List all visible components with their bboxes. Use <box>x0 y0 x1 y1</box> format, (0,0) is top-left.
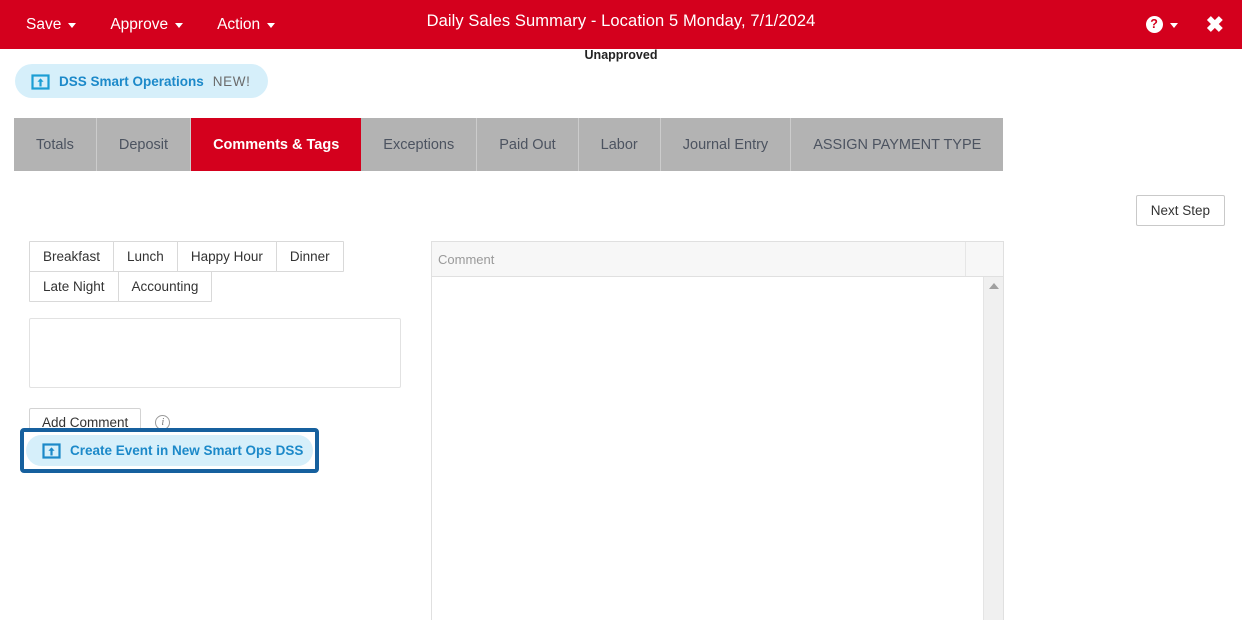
create-event-label: Create Event in New Smart Ops DSS <box>70 443 304 458</box>
status-badge: Unapproved <box>584 48 658 62</box>
comment-list-panel: Comment <box>431 241 1004 620</box>
tab-comments-and-tags[interactable]: Comments & Tags <box>191 118 362 171</box>
tag-button-dinner[interactable]: Dinner <box>275 241 344 272</box>
comment-list-header: Comment <box>432 242 1003 277</box>
dss-smart-operations-label: DSS Smart Operations <box>59 73 204 89</box>
comment-list-scrollbar[interactable] <box>983 277 1003 620</box>
tab-exceptions[interactable]: Exceptions <box>361 118 478 171</box>
menu-approve[interactable]: Approve <box>110 15 184 34</box>
menu-bar: Save Approve Action <box>26 0 276 49</box>
column-header-comment: Comment <box>432 242 966 276</box>
create-event-in-smart-ops-button[interactable]: Create Event in New Smart Ops DSS <box>26 435 313 466</box>
chevron-down-icon <box>1169 23 1178 28</box>
tab-journal-entry[interactable]: Journal Entry <box>660 118 792 171</box>
comment-entry-panel: Breakfast Lunch Happy Hour Dinner Late N… <box>29 241 401 437</box>
tag-button-late-night[interactable]: Late Night <box>29 271 119 302</box>
tab-assign-payment-type[interactable]: ASSIGN PAYMENT TYPE <box>791 118 1004 171</box>
dss-smart-operations-button[interactable]: DSS Smart Operations NEW! <box>15 64 269 98</box>
help-menu-button[interactable]: ? <box>1145 16 1178 33</box>
menu-approve-label: Approve <box>110 15 169 33</box>
tag-button-lunch[interactable]: Lunch <box>113 241 178 272</box>
chevron-down-icon <box>175 23 184 28</box>
tab-label: Labor <box>600 136 638 153</box>
chevron-down-icon <box>68 23 77 28</box>
tab-label: Totals <box>36 136 74 153</box>
tab-deposit[interactable]: Deposit <box>96 118 192 171</box>
tab-totals[interactable]: Totals <box>14 118 97 171</box>
tab-label: Exceptions <box>383 136 455 153</box>
dss-new-tag: NEW! <box>212 73 251 89</box>
close-icon[interactable]: ✖ <box>1206 13 1224 36</box>
tab-label: Deposit <box>118 136 169 153</box>
tag-button-happy-hour[interactable]: Happy Hour <box>176 241 277 272</box>
tag-row-2: Late Night Accounting <box>29 271 401 302</box>
tab-label: Paid Out <box>499 136 556 153</box>
tab-paid-out[interactable]: Paid Out <box>477 118 579 171</box>
scroll-up-arrow-icon[interactable] <box>988 283 999 289</box>
create-event-focus-ring: Create Event in New Smart Ops DSS <box>20 428 319 473</box>
tab-labor[interactable]: Labor <box>578 118 661 171</box>
menu-save-label: Save <box>26 15 62 33</box>
column-header-actions <box>966 242 1003 276</box>
comment-list-body <box>432 277 1003 620</box>
menu-action[interactable]: Action <box>217 15 276 34</box>
tab-label: ASSIGN PAYMENT TYPE <box>813 136 982 153</box>
menu-action-label: Action <box>217 15 261 33</box>
tab-label: Comments & Tags <box>213 136 340 153</box>
comment-input[interactable] <box>29 318 401 388</box>
tab-bar: Totals Deposit Comments & Tags Exception… <box>14 118 1004 171</box>
chevron-down-icon <box>267 23 276 28</box>
tag-button-group: Breakfast Lunch Happy Hour Dinner Late N… <box>29 241 401 302</box>
next-step-button[interactable]: Next Step <box>1135 195 1225 226</box>
tag-button-breakfast[interactable]: Breakfast <box>29 241 115 272</box>
tab-label: Journal Entry <box>682 136 769 153</box>
open-in-new-icon <box>42 441 61 460</box>
tag-row-1: Breakfast Lunch Happy Hour Dinner <box>29 241 401 272</box>
app-header-bar: Save Approve Action Daily Sales Summary … <box>0 0 1242 49</box>
tag-button-accounting[interactable]: Accounting <box>117 271 213 302</box>
header-actions: ? ✖ <box>1145 0 1224 49</box>
open-in-new-icon <box>31 72 50 91</box>
menu-save[interactable]: Save <box>26 15 77 34</box>
help-circle-icon: ? <box>1145 16 1163 33</box>
